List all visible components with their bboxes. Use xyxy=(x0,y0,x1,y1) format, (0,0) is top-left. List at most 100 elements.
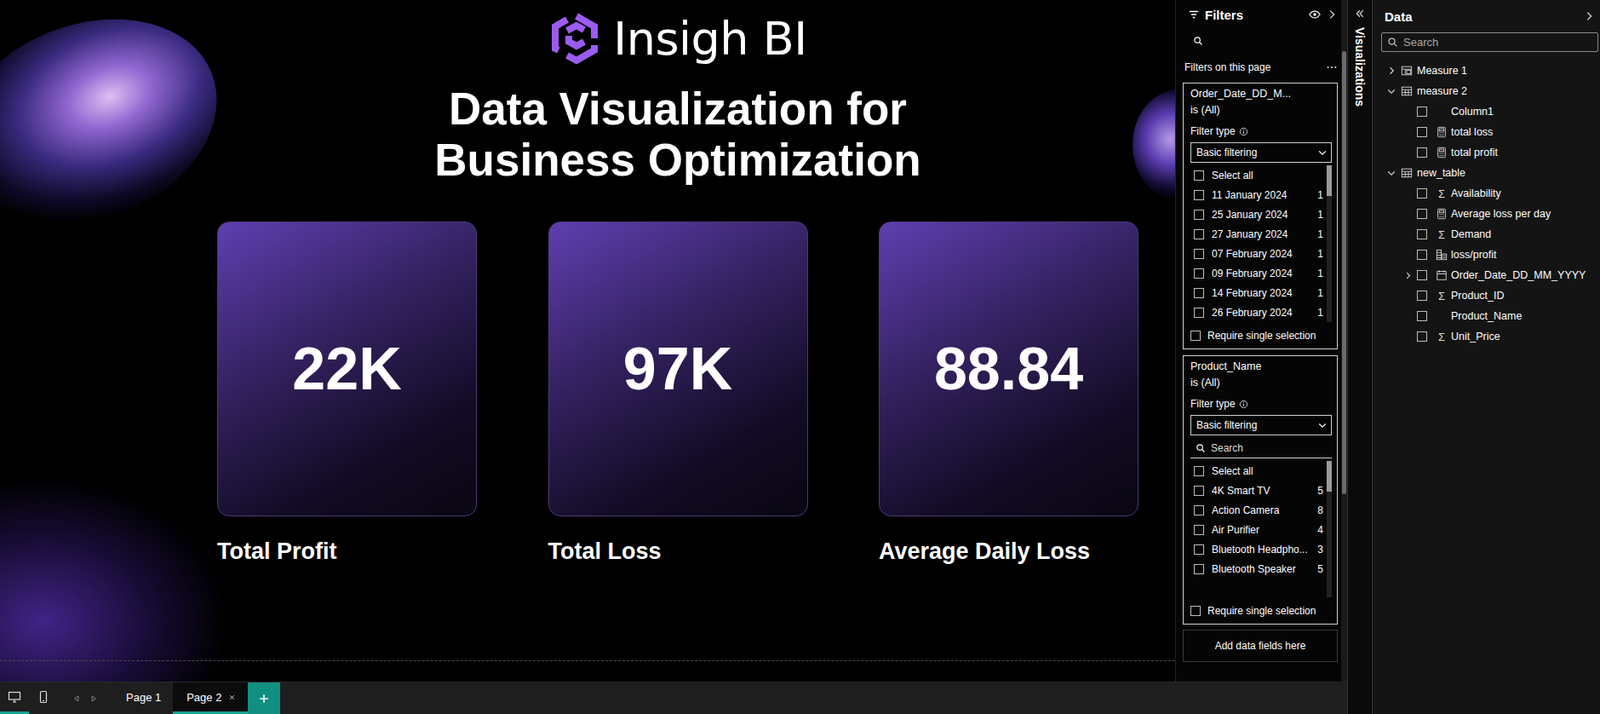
kpi-card[interactable]: 97KTotal Loss xyxy=(548,221,809,565)
filter-card[interactable]: Order_Date_DD_M...is (All)Filter typeBas… xyxy=(1182,82,1338,350)
checkbox[interactable] xyxy=(1193,229,1205,240)
visualizations-pane[interactable]: Visualizations xyxy=(1347,0,1373,714)
filter-item[interactable]: 25 January 20241 xyxy=(1190,204,1327,224)
eye-icon[interactable] xyxy=(1308,8,1321,21)
close-icon[interactable] xyxy=(228,693,236,701)
checkbox[interactable] xyxy=(1193,307,1205,318)
table-node[interactable]: new_table xyxy=(1372,162,1600,184)
item-count: 8 xyxy=(1314,504,1327,517)
table-node[interactable]: Measure 1 xyxy=(1372,60,1600,81)
checkbox[interactable] xyxy=(1416,208,1428,219)
mobile-view-button[interactable] xyxy=(28,682,58,714)
add-page-button[interactable] xyxy=(247,682,281,714)
checkbox[interactable] xyxy=(1193,563,1205,574)
field-label: Order_Date_DD_MM_YYYY xyxy=(1450,269,1586,282)
filter-item[interactable]: 26 February 20241 xyxy=(1190,302,1327,322)
filter-search-field[interactable]: Search xyxy=(1190,437,1332,459)
filter-search[interactable] xyxy=(1182,28,1338,53)
checkbox[interactable] xyxy=(1193,504,1205,516)
filter-item[interactable]: Air Purifier4 xyxy=(1190,519,1327,540)
collapse-icon[interactable] xyxy=(1325,8,1338,21)
desktop-view-button[interactable] xyxy=(0,682,29,714)
checkbox[interactable] xyxy=(1416,249,1428,260)
chevron-right-icon[interactable] xyxy=(1386,65,1397,76)
filter-item[interactable]: 27 January 20241 xyxy=(1190,223,1327,244)
checkbox[interactable] xyxy=(1193,170,1205,181)
filter-item[interactable]: 09 February 20241 xyxy=(1190,263,1327,283)
checkbox[interactable] xyxy=(1416,106,1428,117)
checkbox[interactable] xyxy=(1416,331,1428,342)
checkbox[interactable] xyxy=(1193,268,1205,279)
filter-item[interactable]: 07 February 20241 xyxy=(1190,243,1327,264)
table-node[interactable]: measure 2 xyxy=(1372,80,1600,102)
search-input[interactable] xyxy=(1403,35,1593,49)
filter-item[interactable]: 11 January 20241 xyxy=(1190,184,1327,205)
more-icon[interactable] xyxy=(1325,61,1338,74)
checkbox[interactable] xyxy=(1193,287,1205,299)
glow-decoration xyxy=(0,476,230,682)
logo-text: Insigh BI xyxy=(613,11,807,66)
checkbox[interactable] xyxy=(1416,229,1428,240)
field-item[interactable]: total profit xyxy=(1372,142,1600,163)
field-item[interactable]: ΣAvailability xyxy=(1372,183,1600,204)
filter-item[interactable]: Select all xyxy=(1190,165,1327,185)
page-bar: Page 1Page 2 xyxy=(0,681,1348,714)
checkbox[interactable] xyxy=(1193,248,1205,259)
scrollbar[interactable] xyxy=(1326,165,1332,322)
filter-item[interactable]: 4K Smart TV5 xyxy=(1190,480,1327,500)
item-label: 27 January 2024 xyxy=(1211,228,1308,241)
field-item[interactable]: Order_Date_DD_MM_YYYY xyxy=(1372,264,1600,286)
filter-condition: is (All) xyxy=(1190,102,1332,119)
collapse-icon[interactable] xyxy=(1582,10,1595,23)
checkbox[interactable] xyxy=(1193,209,1205,220)
require-single[interactable]: Require single selection xyxy=(1190,326,1332,345)
page-tab[interactable]: Page 2 xyxy=(172,682,248,714)
previous-icon[interactable] xyxy=(71,693,82,704)
field-item[interactable]: loss/profit xyxy=(1372,244,1600,265)
chevron-down-icon[interactable] xyxy=(1386,167,1397,178)
checkbox[interactable] xyxy=(1190,330,1201,341)
checkbox[interactable] xyxy=(1193,524,1205,535)
field-item[interactable]: ΣDemand xyxy=(1372,223,1600,245)
checkbox[interactable] xyxy=(1416,126,1428,138)
scrollbar[interactable] xyxy=(1326,460,1332,597)
next-icon[interactable] xyxy=(88,693,99,704)
chevron-right-icon[interactable] xyxy=(1403,270,1413,281)
kpi-card[interactable]: 88.84Average Daily Loss xyxy=(878,221,1139,565)
filter-item[interactable]: Bluetooth Headpho...3 xyxy=(1190,539,1327,559)
checkbox[interactable] xyxy=(1416,290,1428,301)
checkbox[interactable] xyxy=(1416,147,1428,158)
checkbox[interactable] xyxy=(1193,544,1205,555)
data-search[interactable] xyxy=(1381,32,1599,52)
kpi-card[interactable]: 22KTotal Profit xyxy=(217,221,477,565)
field-item[interactable]: total loss xyxy=(1372,121,1600,143)
checkbox[interactable] xyxy=(1416,188,1428,199)
require-single[interactable]: Require single selection xyxy=(1190,602,1332,620)
filter-card[interactable]: Product_Nameis (All)Filter typeBasic fil… xyxy=(1182,355,1338,625)
field-item[interactable]: Average loss per day xyxy=(1372,203,1600,224)
field-label: Average loss per day xyxy=(1450,207,1551,220)
field-item[interactable]: ΣProduct_ID xyxy=(1372,285,1600,306)
field-item[interactable]: Product_Name xyxy=(1372,305,1600,327)
filter-item[interactable]: 14 February 20241 xyxy=(1190,282,1327,303)
filter-item[interactable]: Bluetooth Speaker5 xyxy=(1190,558,1327,579)
checkbox[interactable] xyxy=(1416,269,1428,281)
filter-item[interactable]: Select all xyxy=(1190,460,1327,481)
field-item[interactable]: ΣUnit_Price xyxy=(1372,326,1600,347)
field-label: Availability xyxy=(1450,187,1502,200)
pane-scrollbar[interactable] xyxy=(1341,0,1348,682)
checkbox[interactable] xyxy=(1193,465,1205,476)
checkbox[interactable] xyxy=(1416,310,1428,322)
page-tab[interactable]: Page 1 xyxy=(112,682,173,714)
filter-type-dropdown[interactable]: Basic filtering xyxy=(1190,414,1332,436)
filter-type-dropdown[interactable]: Basic filtering xyxy=(1190,142,1332,163)
kpi-value: 88.84 xyxy=(934,334,1084,403)
chevron-down-icon[interactable] xyxy=(1386,86,1397,97)
checkbox[interactable] xyxy=(1190,605,1201,616)
checkbox[interactable] xyxy=(1193,485,1205,496)
add-fields-drop[interactable]: Add data fields here xyxy=(1182,629,1338,662)
field-item[interactable]: Column1 xyxy=(1372,101,1600,122)
filter-item[interactable]: Action Camera8 xyxy=(1190,499,1327,520)
checkbox[interactable] xyxy=(1193,189,1205,201)
expand-icon[interactable] xyxy=(1354,8,1365,19)
